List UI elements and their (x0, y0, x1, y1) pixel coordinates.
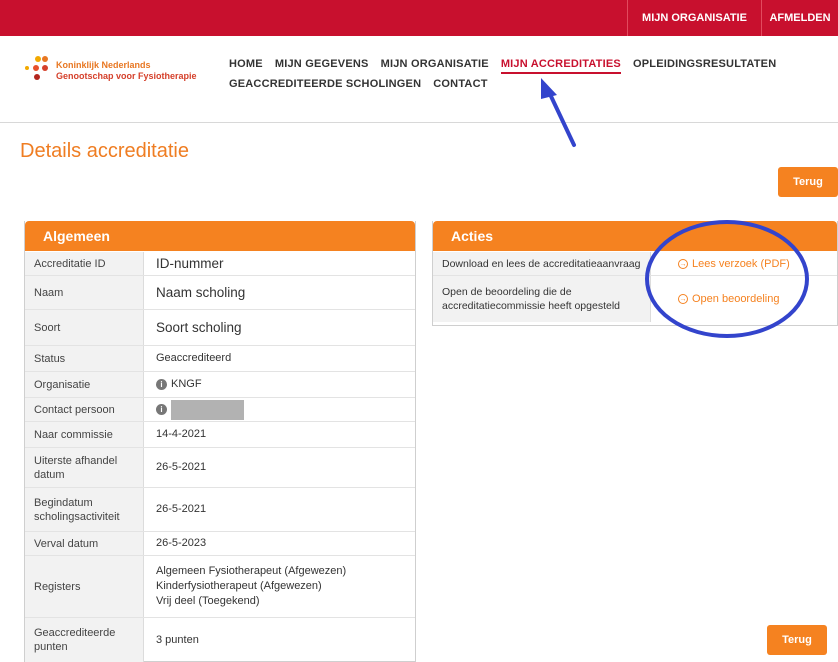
action-row-download: Download en lees de accreditatieaanvraag… (433, 252, 837, 276)
row-value: ID-nummer (156, 256, 224, 271)
logo-dots-icon (22, 53, 52, 93)
row-status: Status Geaccrediteerd (25, 346, 415, 372)
arrow-circle-icon: → (678, 294, 688, 304)
action-row-review: Open de beoordeling die de accreditatiec… (433, 276, 837, 322)
site-header: Koninklijk Nederlands Genootschap voor F… (0, 36, 838, 123)
row-type: Soort Soort scholing (25, 310, 415, 346)
logo-line1: Koninklijk Nederlands (56, 60, 151, 70)
read-request-pdf-link[interactable]: → Lees verzoek (PDF) (678, 252, 790, 275)
open-review-link[interactable]: → Open beoordeling (678, 276, 779, 322)
info-icon[interactable]: i (156, 404, 167, 415)
row-value: 26-5-2023 (156, 537, 207, 549)
row-registers: Registers Algemeen Fysiotherapeut (Afgew… (25, 556, 415, 618)
row-start-date: Begindatum scholingsactiviteit 26-5-2021 (25, 488, 415, 532)
row-value: Geaccrediteerd (156, 352, 232, 364)
row-label: Organisatie (25, 372, 144, 397)
redacted-block (171, 399, 244, 420)
row-value: 26-5-2021 (156, 503, 207, 515)
row-accredited-points: Geaccrediteerde punten 3 punten (25, 618, 415, 662)
row-value: 26-5-2021 (156, 461, 207, 473)
row-label: Registers (25, 556, 144, 617)
row-value: i KNGF (156, 372, 415, 397)
nav-my-details[interactable]: MIJN GEGEVENS (275, 58, 369, 70)
actions-panel: Acties Download en lees de accreditatiea… (432, 221, 838, 326)
row-label: Naam (25, 276, 144, 309)
logo-line2: Genootschap voor Fysiotherapie (56, 71, 197, 81)
nav-training-results[interactable]: OPLEIDINGSRESULTATEN (633, 58, 776, 70)
nav-my-organisation[interactable]: MIJN ORGANISATIE (381, 58, 489, 70)
register-line: Algemeen Fysiotherapeut (Afgewezen) (156, 565, 347, 577)
back-button-top[interactable]: Terug (778, 167, 838, 197)
register-line: Kinderfysiotherapeut (Afgewezen) (156, 580, 322, 592)
info-icon[interactable]: i (156, 379, 167, 390)
row-value: Algemeen Fysiotherapeut (Afgewezen) Kind… (156, 556, 415, 617)
register-line: Vrij deel (Toegekend) (156, 595, 260, 607)
my-organisation-link[interactable]: MIJN ORGANISATIE (627, 0, 761, 36)
row-value: Naam scholing (156, 285, 246, 300)
page-title: Details accreditatie (20, 140, 189, 162)
row-label: Naar commissie (25, 422, 144, 447)
row-contact-person: Contact persoon i (25, 398, 415, 422)
general-panel-header: Algemeen (25, 221, 415, 251)
row-value: Soort scholing (156, 320, 242, 335)
row-label: Contact persoon (25, 398, 144, 421)
nav-my-accreditations[interactable]: MIJN ACCREDITATIES (500, 58, 621, 74)
row-label: Accreditatie ID (25, 252, 144, 275)
row-to-committee: Naar commissie 14-4-2021 (25, 422, 415, 448)
kngf-logo[interactable]: Koninklijk Nederlands Genootschap voor F… (22, 53, 222, 93)
row-value: 14-4-2021 (156, 428, 207, 440)
row-organisation: Organisatie i KNGF (25, 372, 415, 398)
row-accreditation-id: Accreditatie ID ID-nummer (25, 252, 415, 276)
actions-panel-header: Acties (433, 221, 837, 251)
row-label: Status (25, 346, 144, 371)
nav-home[interactable]: HOME (229, 58, 263, 70)
action-label: Open de beoordeling die de accreditatiec… (442, 286, 621, 312)
row-label: Verval datum (25, 532, 144, 555)
nav-accredited-trainings[interactable]: GEACCREDITEERDE SCHOLINGEN (229, 78, 421, 90)
back-button-bottom[interactable]: Terug (767, 625, 827, 655)
logout-link[interactable]: AFMELDEN (761, 0, 838, 36)
row-name: Naam Naam scholing (25, 276, 415, 310)
row-label: Uiterste afhandel datum (25, 448, 144, 487)
page: MIJN ORGANISATIE AFMELDEN Koninklijk Ned… (0, 0, 838, 662)
arrow-circle-icon: → (678, 258, 688, 269)
action-label: Download en lees de accreditatieaanvraag (442, 257, 641, 270)
row-label: Begindatum scholingsactiviteit (25, 488, 144, 531)
row-label: Geaccrediteerde punten (25, 618, 144, 662)
general-panel: Algemeen Accreditatie ID ID-nummer Naam … (24, 221, 416, 662)
row-expiry-date: Verval datum 26-5-2023 (25, 532, 415, 556)
row-label: Soort (25, 310, 144, 345)
row-value: i (156, 398, 415, 421)
organisation-value: KNGF (171, 378, 202, 390)
top-bar: MIJN ORGANISATIE AFMELDEN (0, 0, 838, 36)
row-deadline: Uiterste afhandel datum 26-5-2021 (25, 448, 415, 488)
row-value: 3 punten (156, 633, 199, 646)
nav-contact[interactable]: CONTACT (433, 78, 487, 90)
